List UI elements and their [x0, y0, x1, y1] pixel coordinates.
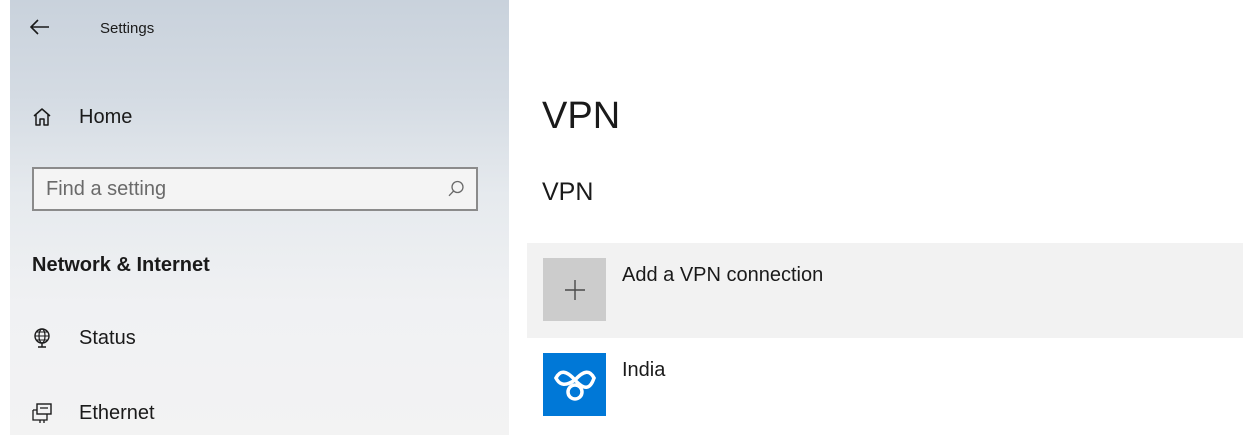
- sidebar-item-label: Home: [79, 106, 133, 128]
- plus-icon: [565, 280, 585, 300]
- section-heading: Network & Internet: [32, 254, 210, 276]
- section-title: VPN: [542, 178, 594, 206]
- search-box: [32, 167, 478, 211]
- add-vpn-connection-label: Add a VPN connection: [622, 264, 824, 286]
- title-bar: Settings: [10, 0, 509, 60]
- vpn-connection-name: India: [622, 359, 666, 381]
- page-title: VPN: [542, 95, 621, 137]
- sidebar-item-ethernet[interactable]: Ethernet: [10, 391, 509, 435]
- vpn-connection-item[interactable]: India: [527, 345, 1243, 425]
- sidebar-item-home[interactable]: Home: [10, 95, 509, 139]
- add-vpn-connection-button[interactable]: Add a VPN connection: [527, 243, 1243, 338]
- home-icon: [33, 108, 51, 126]
- sidebar-item-label: Ethernet: [79, 402, 155, 424]
- app-title: Settings: [100, 20, 155, 37]
- search-input[interactable]: [34, 169, 434, 209]
- sidebar-item-label: Status: [79, 327, 136, 349]
- sidebar-item-status[interactable]: Status: [10, 316, 509, 360]
- sidebar: Settings Home Network & Internet Status …: [10, 0, 509, 435]
- back-button[interactable]: [24, 12, 56, 44]
- add-tile: [543, 258, 606, 321]
- search-icon[interactable]: [446, 179, 466, 199]
- ethernet-icon: [32, 403, 52, 423]
- vpn-app-icon: [543, 353, 606, 416]
- vpn-logo-icon: [554, 370, 596, 401]
- globe-icon: [34, 328, 50, 348]
- back-arrow-icon: [30, 19, 49, 35]
